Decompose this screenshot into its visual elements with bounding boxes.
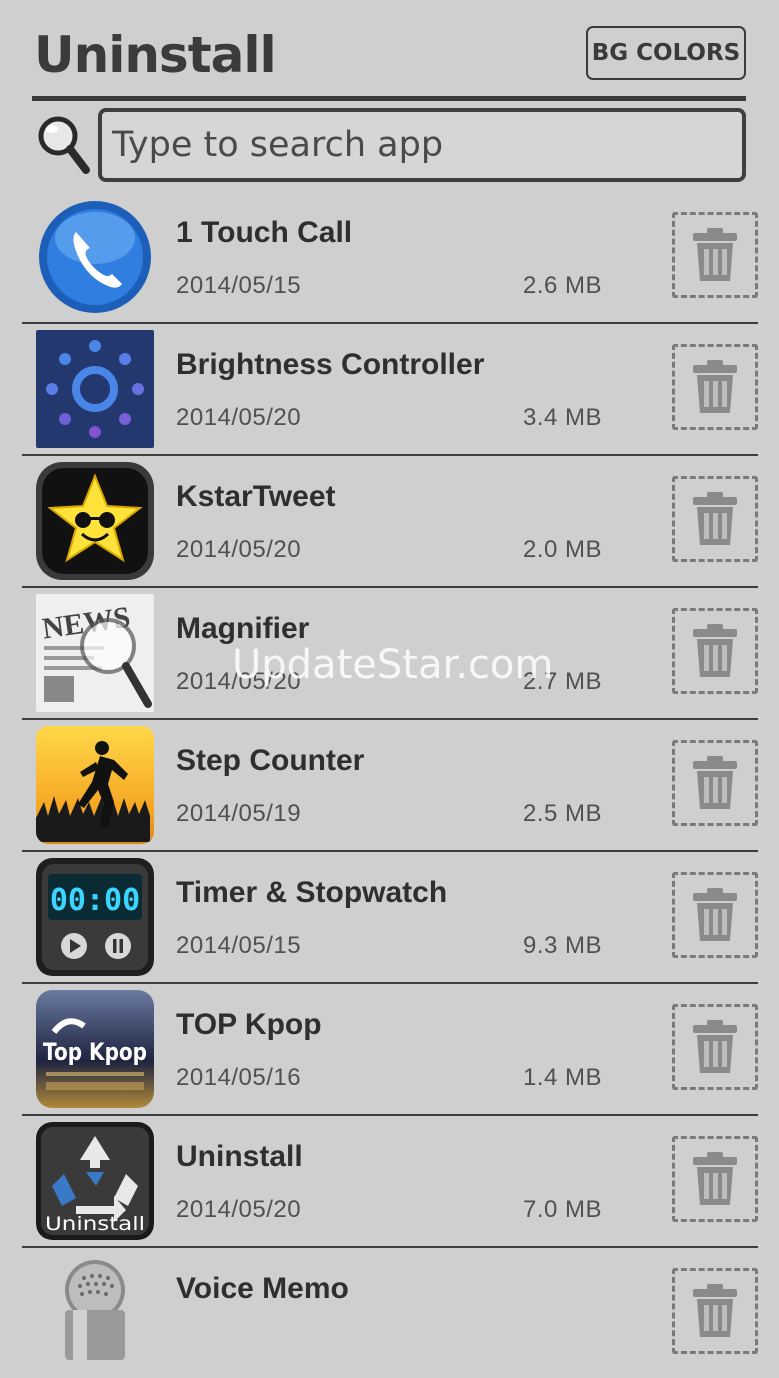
app-date: 2014/05/15 (176, 932, 302, 959)
top-kpop-logo-text: Top Kpop (43, 1038, 147, 1066)
app-name: 1 Touch Call (176, 216, 353, 249)
runner-icon (36, 726, 154, 844)
uninstall-button[interactable] (672, 872, 758, 958)
app-date: 2014/05/16 (176, 1064, 302, 1091)
microphone-icon (36, 1254, 154, 1372)
app-date: 2014/05/19 (176, 800, 302, 827)
top-kpop-icon: Top Kpop (36, 990, 154, 1108)
app-size: 2.7 MB (522, 668, 602, 695)
app-name: Magnifier (176, 612, 310, 645)
app-date: 2014/05/20 (176, 536, 302, 563)
list-item[interactable]: 1 Touch Call 2014/05/15 2.6 MB (22, 192, 758, 324)
list-item[interactable]: Top Kpop TOP Kpop 2014/05/16 1.4 MB (22, 984, 758, 1116)
uninstall-button[interactable] (672, 1136, 758, 1222)
uninstall-logo-text: Uninstall (45, 1213, 145, 1235)
app-date: 2014/05/15 (176, 272, 302, 299)
app-name: Brightness Controller (176, 348, 485, 381)
trash-icon (693, 492, 737, 545)
phone-icon (36, 198, 154, 316)
search-icon[interactable] (36, 114, 92, 178)
list-item[interactable]: KstarTweet 2014/05/20 2.0 MB (22, 456, 758, 588)
uninstall-button[interactable] (672, 740, 758, 826)
trash-icon (693, 228, 737, 281)
trash-icon (693, 624, 737, 677)
uninstall-button[interactable] (672, 608, 758, 694)
header: Uninstall BG COLORS (32, 22, 746, 101)
list-item[interactable]: Brightness Controller 2014/05/20 3.4 MB (22, 324, 758, 456)
uninstall-button[interactable] (672, 344, 758, 430)
app-size: 2.5 MB (522, 800, 602, 827)
app-date: 2014/05/20 (176, 404, 302, 431)
bg-colors-button[interactable]: BG COLORS (586, 26, 746, 80)
timer-display-text: 00:00 (50, 883, 140, 918)
app-size: 3.4 MB (522, 404, 602, 431)
trash-icon (693, 1284, 737, 1337)
brightness-icon (36, 330, 154, 448)
trash-icon (693, 360, 737, 413)
app-size: 2.0 MB (522, 536, 602, 563)
trash-icon (693, 756, 737, 809)
app-name: Uninstall (176, 1140, 303, 1173)
app-list: 1 Touch Call 2014/05/15 2.6 MB Brightnes… (22, 192, 758, 1378)
app-size: 9.3 MB (522, 932, 602, 959)
uninstall-button[interactable] (672, 212, 758, 298)
recycle-icon: Uninstall (36, 1122, 154, 1240)
list-item[interactable]: Voice Memo (22, 1248, 758, 1378)
app-name: KstarTweet (176, 480, 336, 513)
app-name: Voice Memo (176, 1272, 349, 1305)
trash-icon (693, 1020, 737, 1073)
trash-icon (693, 888, 737, 941)
list-item[interactable]: Step Counter 2014/05/19 2.5 MB (22, 720, 758, 852)
search-bar (36, 108, 748, 184)
list-item[interactable]: Uninstall Uninstall 2014/05/20 7.0 MB (22, 1116, 758, 1248)
app-size: 1.4 MB (522, 1064, 602, 1091)
search-input[interactable] (98, 108, 746, 182)
app-size: 7.0 MB (522, 1196, 602, 1223)
app-name: Step Counter (176, 744, 365, 777)
list-item[interactable]: 00:00 Timer & Stopwatch 2014/05/15 9.3 M… (22, 852, 758, 984)
news-magnifier-icon: NEWS (36, 594, 154, 712)
uninstall-button[interactable] (672, 1004, 758, 1090)
stopwatch-icon: 00:00 (36, 858, 154, 976)
page-title: Uninstall (34, 26, 277, 84)
app-name: Timer & Stopwatch (176, 876, 448, 909)
star-sunglasses-icon (36, 462, 154, 580)
list-item[interactable]: NEWS Magnifier 2014/05/20 2.7 MB (22, 588, 758, 720)
uninstall-button[interactable] (672, 476, 758, 562)
app-name: TOP Kpop (176, 1008, 322, 1041)
uninstall-button[interactable] (672, 1268, 758, 1354)
app-date: 2014/05/20 (176, 668, 302, 695)
trash-icon (693, 1152, 737, 1205)
app-date: 2014/05/20 (176, 1196, 302, 1223)
app-size: 2.6 MB (522, 272, 602, 299)
